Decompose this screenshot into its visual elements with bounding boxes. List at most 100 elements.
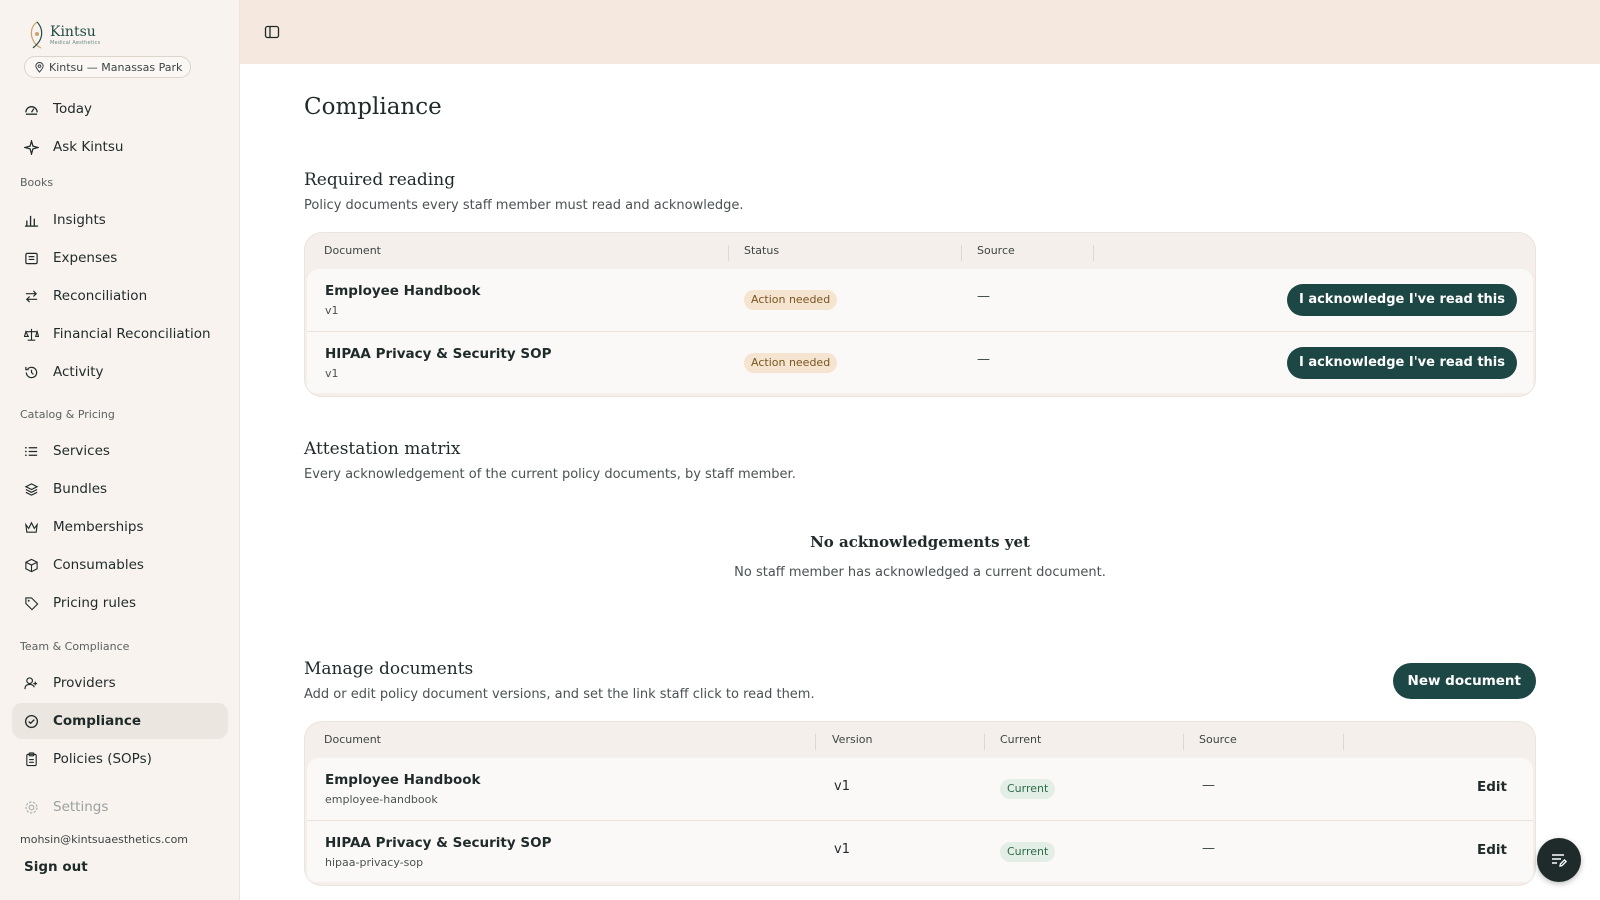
- nav-today-label: Today: [53, 101, 93, 117]
- manage-documents-table: Document Version Current Source Employee…: [304, 721, 1536, 886]
- nav-reconciliation-label: Reconciliation: [53, 288, 148, 304]
- acknowledge-button[interactable]: I acknowledge I've read this: [1286, 347, 1517, 379]
- nav-consumables-label: Consumables: [53, 557, 144, 573]
- receipt-icon: [23, 250, 39, 266]
- table-header: Document Version Current Source: [305, 722, 1535, 758]
- table-row: HIPAA Privacy & Security SOP hipaa-priva…: [307, 820, 1533, 882]
- nav-providers[interactable]: Providers: [12, 665, 228, 701]
- nav-compliance-label: Compliance: [53, 713, 142, 729]
- nav-memberships[interactable]: Memberships: [12, 509, 228, 545]
- attestation-matrix-desc: Every acknowledgement of the current pol…: [304, 467, 796, 482]
- nav-bundles[interactable]: Bundles: [12, 471, 228, 507]
- nav-insights-label: Insights: [53, 212, 106, 228]
- location-selector[interactable]: Kintsu — Manassas Park: [24, 56, 192, 78]
- attestation-matrix-title: Attestation matrix: [304, 439, 461, 459]
- brand-tagline: Medical Aesthetics: [50, 39, 101, 46]
- col-status: Status: [744, 244, 780, 257]
- nav-activity[interactable]: Activity: [12, 354, 228, 390]
- col-document: Document: [324, 244, 381, 257]
- acknowledge-button[interactable]: I acknowledge I've read this: [1286, 284, 1517, 316]
- document-slug: employee-handbook: [325, 793, 438, 806]
- col-source: Source: [1199, 733, 1237, 746]
- nav-policies[interactable]: Policies (SOPs): [12, 741, 228, 777]
- document-title: Employee Handbook: [325, 772, 481, 788]
- assistant-fab-button[interactable]: [1537, 838, 1581, 882]
- document-version: v1: [325, 367, 339, 380]
- nav-expenses[interactable]: Expenses: [12, 240, 228, 276]
- list-edit-icon: [1552, 854, 1568, 867]
- source-value: —: [977, 289, 990, 304]
- gear-icon: [23, 799, 39, 815]
- nav-ask-kintsu[interactable]: Ask Kintsu: [12, 129, 228, 165]
- nav-financial-reconciliation-label: Financial Reconciliation: [53, 326, 211, 342]
- manage-documents-desc: Add or edit policy document versions, an…: [304, 687, 815, 702]
- nav-insights[interactable]: Insights: [12, 202, 228, 238]
- layers-icon: [23, 481, 39, 497]
- table-header: Document Status Source: [305, 233, 1535, 269]
- nav-settings-label: Settings: [53, 799, 109, 815]
- table-row: HIPAA Privacy & Security SOP v1 Action n…: [307, 331, 1533, 393]
- user-plus-icon: [23, 675, 39, 691]
- sidebar-toggle-icon: [264, 25, 280, 39]
- list-icon: [23, 443, 39, 459]
- history-icon: [23, 364, 39, 380]
- check-circle-icon: [23, 713, 39, 729]
- location-label: Kintsu — Manassas Park: [49, 60, 183, 74]
- sidebar: Kintsu Medical Aesthetics Kintsu — Manas…: [0, 0, 240, 900]
- kintsu-logo-icon: [30, 21, 43, 49]
- nav-group-catalog: Catalog & Pricing: [20, 408, 115, 421]
- sidebar-toggle-button[interactable]: [264, 24, 280, 40]
- edit-button[interactable]: Edit: [1477, 842, 1507, 858]
- required-reading-title: Required reading: [304, 170, 456, 190]
- nav-policies-label: Policies (SOPs): [53, 751, 152, 767]
- nav-services[interactable]: Services: [12, 433, 228, 469]
- dashboard-icon: [23, 101, 39, 117]
- status-badge: Action needed: [744, 353, 838, 373]
- required-reading-desc: Policy documents every staff member must…: [304, 198, 744, 213]
- nav-compliance[interactable]: Compliance: [12, 703, 228, 739]
- empty-state-desc: No staff member has acknowledged a curre…: [734, 565, 1106, 580]
- required-reading-table: Document Status Source Employee Handbook…: [304, 232, 1536, 397]
- tag-icon: [23, 595, 39, 611]
- nav-services-label: Services: [53, 443, 110, 459]
- nav-group-books: Books: [20, 176, 54, 189]
- nav-today[interactable]: Today: [12, 91, 228, 127]
- sign-out-link[interactable]: Sign out: [24, 859, 88, 875]
- nav-consumables[interactable]: Consumables: [12, 547, 228, 583]
- nav-group-team: Team & Compliance: [20, 640, 130, 653]
- nav-reconciliation[interactable]: Reconciliation: [12, 278, 228, 314]
- nav-financial-reconciliation[interactable]: Financial Reconciliation: [12, 316, 228, 352]
- document-version: v1: [325, 304, 339, 317]
- version-value: v1: [834, 842, 850, 857]
- crown-icon: [23, 519, 39, 535]
- col-version: Version: [832, 733, 873, 746]
- table-row: Employee Handbook v1 Action needed — I a…: [307, 269, 1533, 331]
- top-bar: [240, 0, 1600, 64]
- col-document: Document: [324, 733, 381, 746]
- current-badge: Current: [1000, 842, 1056, 862]
- current-badge: Current: [1000, 779, 1056, 799]
- nav-activity-label: Activity: [53, 364, 104, 380]
- brand-logo[interactable]: Kintsu Medical Aesthetics: [27, 20, 100, 50]
- new-document-button[interactable]: New document: [1392, 663, 1536, 699]
- table-row: Employee Handbook employee-handbook v1 C…: [307, 758, 1533, 820]
- brand-name: Kintsu: [50, 23, 96, 40]
- package-icon: [23, 557, 39, 573]
- source-value: —: [1202, 778, 1215, 793]
- map-pin-icon: [35, 61, 44, 73]
- document-slug: hipaa-privacy-sop: [325, 856, 424, 869]
- page-title: Compliance: [304, 94, 442, 120]
- manage-documents-title: Manage documents: [304, 659, 474, 679]
- scale-icon: [23, 326, 39, 342]
- version-value: v1: [834, 779, 850, 794]
- col-current: Current: [1000, 733, 1042, 746]
- nav-expenses-label: Expenses: [53, 250, 118, 266]
- clipboard-icon: [23, 751, 39, 767]
- nav-settings[interactable]: Settings: [12, 789, 228, 825]
- bar-chart-icon: [23, 212, 39, 228]
- document-title: HIPAA Privacy & Security SOP: [325, 346, 552, 362]
- nav-pricing-rules[interactable]: Pricing rules: [12, 585, 228, 621]
- col-source: Source: [977, 244, 1015, 257]
- edit-button[interactable]: Edit: [1477, 779, 1507, 795]
- nav-pricing-rules-label: Pricing rules: [53, 595, 136, 611]
